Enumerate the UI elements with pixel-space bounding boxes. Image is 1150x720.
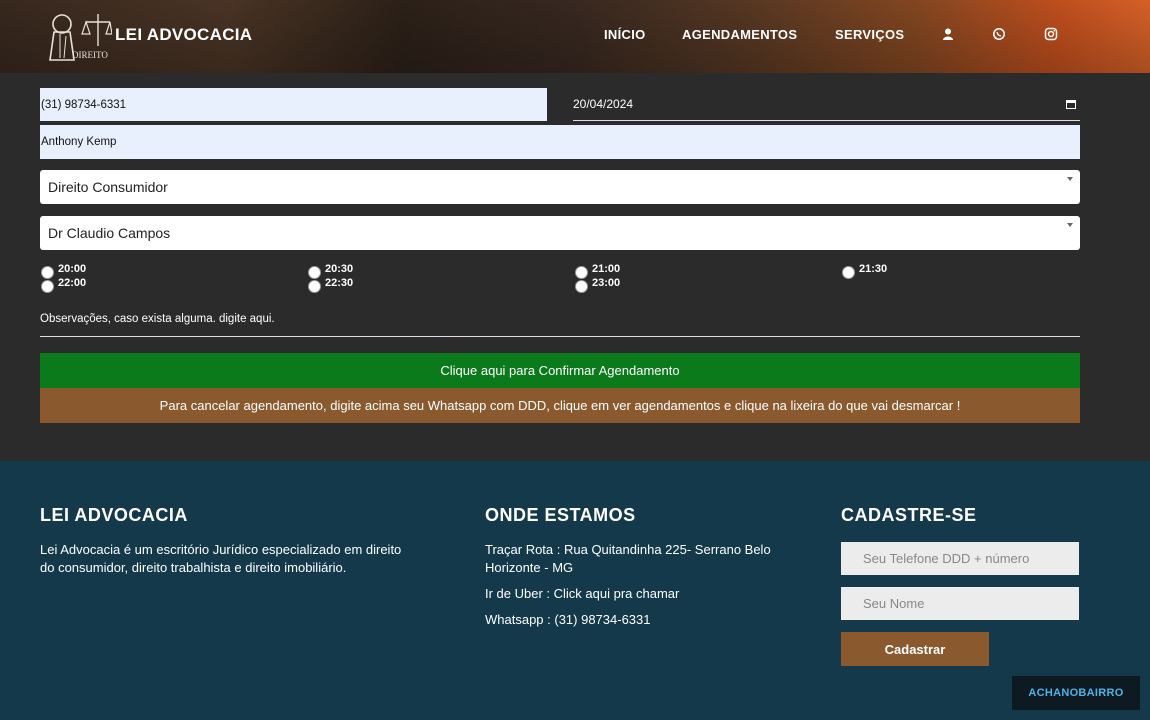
chevron-down-icon [1067, 177, 1073, 181]
signup-name-placeholder: Seu Nome [863, 596, 925, 611]
footer-location-title: ONDE ESTAMOS [485, 505, 636, 525]
phone-field-value: (31) 98734-6331 [41, 98, 127, 111]
service-select-value: Direito Consumidor [48, 179, 168, 195]
nav-agendamentos[interactable]: AGENDAMENTOS [682, 27, 797, 42]
achanobairro-badge[interactable]: ACHANOBAIRRO [1012, 676, 1140, 710]
radio-button[interactable] [41, 280, 54, 293]
time-slot-label: 20:30 [325, 263, 354, 275]
time-slot-2200[interactable]: 22:00 [41, 276, 86, 293]
footer-about-title: LEI ADVOCACIA [40, 505, 188, 525]
footer-route-link[interactable]: Traçar Rota : Rua Quitandinha 225- Serra… [485, 541, 771, 559]
instagram-icon[interactable] [1044, 27, 1058, 41]
footer-about-line2: do consumidor, direito trabalhista e dir… [40, 560, 347, 575]
date-field[interactable]: 20/04/2024 [573, 88, 1080, 121]
signup-phone-input[interactable]: Seu Telefone DDD + número [841, 542, 1079, 575]
footer-signup-title: CADASTRE-SE [841, 505, 977, 525]
time-slot-label: 22:00 [58, 277, 87, 289]
radio-button[interactable] [308, 280, 321, 293]
lawyer-select-value: Dr Claudio Campos [48, 225, 171, 241]
footer-uber-link[interactable]: Ir de Uber : Click aqui pra chamar [485, 585, 679, 603]
observations-field[interactable]: Observações, caso exista alguma. digite … [40, 313, 1080, 337]
time-slot-label: 22:30 [325, 277, 354, 289]
footer-whatsapp-link[interactable]: Whatsapp : (31) 98734-6331 [485, 611, 651, 629]
header: DIREITO LEI ADVOCACIA INÍCIO AGENDAMENTO… [0, 0, 1150, 73]
svg-text:DIREITO: DIREITO [72, 50, 108, 60]
time-slot-label: 21:00 [592, 263, 621, 275]
nav-inicio[interactable]: INÍCIO [604, 27, 646, 42]
badge-text: ACHANOBAIRRO [1028, 687, 1124, 699]
observations-placeholder: Observações, caso exista alguma. digite … [40, 313, 275, 325]
name-field-value: Anthony Kemp [41, 136, 117, 148]
lawyer-select[interactable]: Dr Claudio Campos [40, 216, 1080, 250]
whatsapp-icon[interactable] [992, 27, 1006, 41]
footer-about-line1: Lei Advocacia é um escritório Jurídico e… [40, 542, 402, 557]
signup-button[interactable]: Cadastrar [841, 632, 989, 666]
date-field-value: 20/04/2024 [573, 97, 634, 111]
radio-button[interactable] [575, 280, 588, 293]
signup-phone-placeholder: Seu Telefone DDD + número [863, 551, 1030, 566]
cancel-info-banner: Para cancelar agendamento, digite acima … [40, 388, 1080, 423]
time-slot-label: 20:00 [58, 263, 87, 275]
justice-logo-icon[interactable]: DIREITO [40, 8, 112, 64]
radio-button[interactable] [842, 266, 855, 279]
signup-name-input[interactable]: Seu Nome [841, 587, 1079, 620]
calendar-icon[interactable] [1066, 99, 1076, 109]
footer-route-link-line2[interactable]: Horizonte - MG [485, 559, 573, 577]
time-slot-2130[interactable]: 21:30 [842, 262, 887, 279]
time-slot-label: 21:30 [859, 263, 888, 275]
name-field[interactable]: Anthony Kemp [40, 125, 1080, 159]
user-icon[interactable] [941, 27, 955, 41]
brand-title[interactable]: LEI ADVOCACIA [115, 25, 252, 45]
confirm-appointment-button[interactable]: Clique aqui para Confirmar Agendamento [40, 353, 1080, 388]
chevron-down-icon [1067, 223, 1073, 227]
time-slot-label: 23:00 [592, 277, 621, 289]
nav-servicos[interactable]: SERVIÇOS [835, 27, 904, 42]
service-select[interactable]: Direito Consumidor [40, 170, 1080, 204]
phone-field[interactable]: (31) 98734-6331 [40, 88, 547, 121]
time-slot-2230[interactable]: 22:30 [308, 276, 353, 293]
time-slot-2300[interactable]: 23:00 [575, 276, 620, 293]
